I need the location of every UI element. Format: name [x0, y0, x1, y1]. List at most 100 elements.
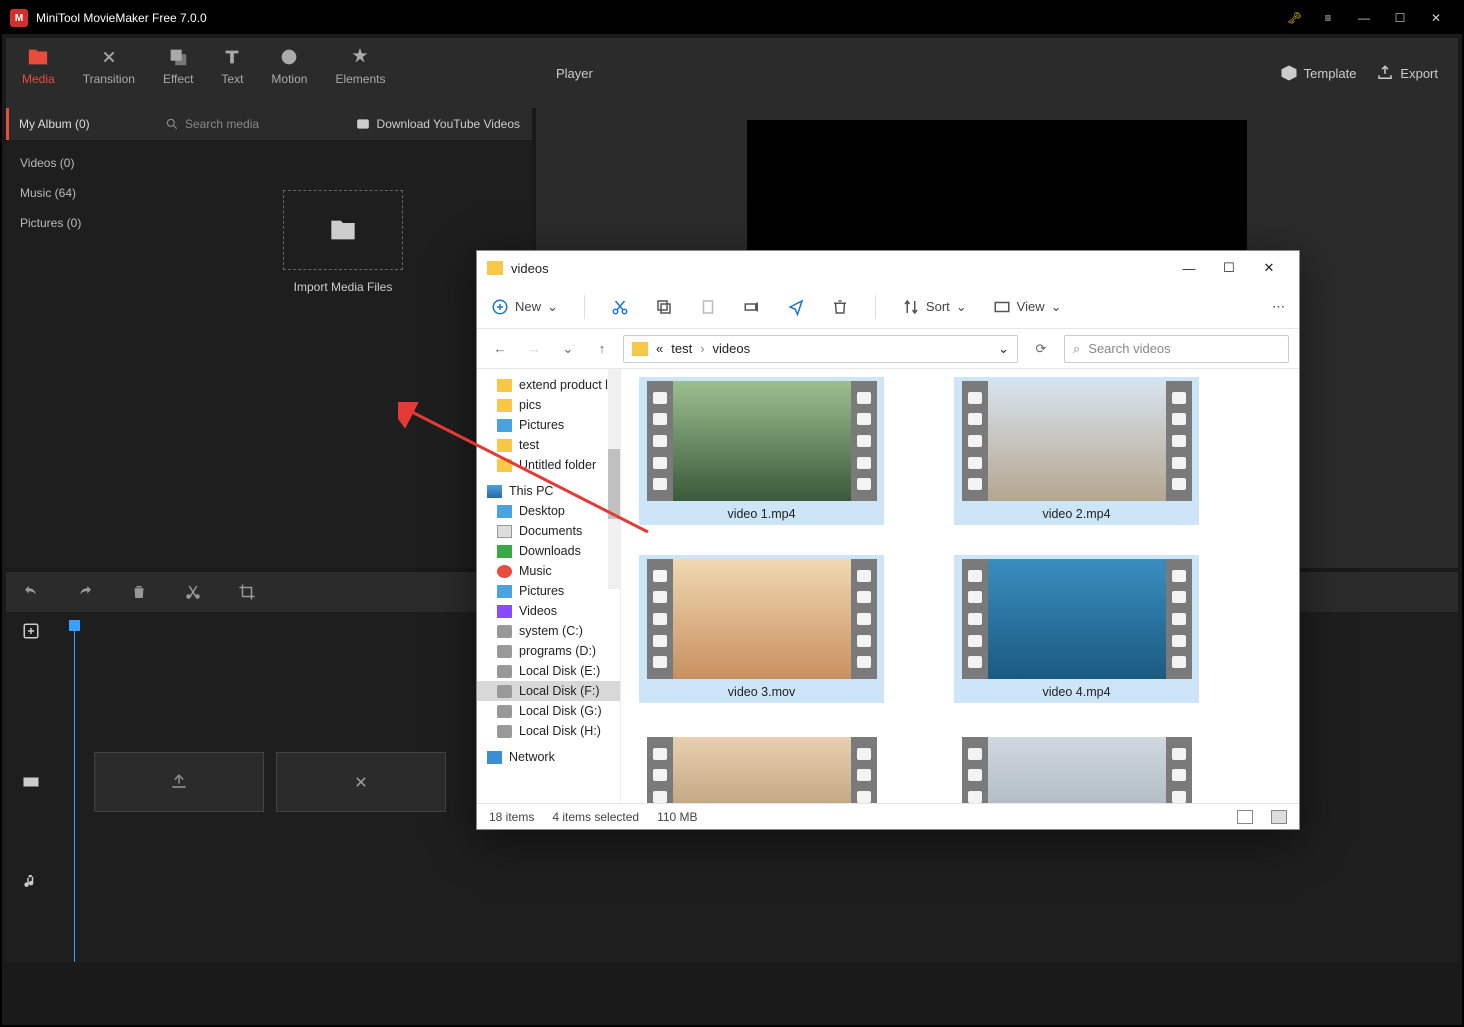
tree-pictures[interactable]: Pictures: [477, 415, 620, 435]
explorer-maximize[interactable]: ☐: [1209, 251, 1249, 285]
file-explorer: videos — ☐ ✕ New ⌄ Sort ⌄ View ⌄ ⋯: [476, 250, 1300, 830]
tree-extend[interactable]: extend product li: [477, 375, 620, 395]
audio-track[interactable]: [22, 872, 40, 890]
copy-icon[interactable]: [655, 298, 673, 316]
tree-lde[interactable]: Local Disk (E:): [477, 661, 620, 681]
view-label: View: [1017, 299, 1045, 314]
up-button[interactable]: ↑: [589, 336, 615, 362]
file-video1[interactable]: video 1.mp4: [639, 377, 884, 525]
template-button[interactable]: Template: [1280, 64, 1357, 82]
tree-untitled[interactable]: Untitled folder: [477, 455, 620, 475]
redo-icon[interactable]: [76, 583, 94, 601]
key-icon[interactable]: 🗝: [1287, 11, 1302, 25]
tree-pics[interactable]: pics: [477, 395, 620, 415]
crop-icon[interactable]: [238, 583, 256, 601]
address-bar[interactable]: « test › videos ⌄: [623, 335, 1018, 363]
tree-downloads[interactable]: Downloads: [477, 541, 620, 561]
video-track[interactable]: [22, 752, 446, 812]
cat-pictures[interactable]: Pictures (0): [6, 208, 154, 238]
dropdown-icon[interactable]: ⌄: [998, 341, 1009, 357]
add-track-button[interactable]: [22, 622, 40, 640]
cat-music[interactable]: Music (64): [6, 178, 154, 208]
tree-thispc[interactable]: This PC: [477, 481, 620, 501]
details-view-icon[interactable]: [1237, 810, 1253, 824]
search-media-input[interactable]: Search media: [157, 117, 355, 131]
tree-network[interactable]: Network: [477, 747, 620, 767]
rename-icon[interactable]: [743, 298, 761, 316]
tree-ldf[interactable]: Local Disk (F:): [477, 681, 620, 701]
explorer-close[interactable]: ✕: [1249, 251, 1289, 285]
template-label: Template: [1304, 66, 1357, 81]
paste-icon[interactable]: [699, 298, 717, 316]
refresh-button[interactable]: ⟳: [1026, 335, 1056, 363]
file-video3[interactable]: video 3.mov: [639, 555, 884, 703]
player-label: Player: [556, 66, 593, 81]
explorer-search[interactable]: ⌕ Search videos: [1064, 335, 1289, 363]
tree-test[interactable]: test: [477, 435, 620, 455]
download-label: Download YouTube Videos: [377, 117, 520, 131]
export-button[interactable]: Export: [1376, 64, 1438, 82]
search-placeholder: Search media: [185, 117, 259, 131]
tree-videos[interactable]: Videos: [477, 601, 620, 621]
cut-icon[interactable]: [611, 298, 629, 316]
thumbs-view-icon[interactable]: [1271, 810, 1287, 824]
tree-documents[interactable]: Documents: [477, 521, 620, 541]
explorer-tree[interactable]: extend product li pics Pictures test Unt…: [477, 369, 621, 803]
explorer-minimize[interactable]: —: [1169, 251, 1209, 285]
sort-button[interactable]: Sort ⌄: [902, 298, 967, 316]
forward-button[interactable]: →: [521, 336, 547, 362]
titlebar: M MiniTool MovieMaker Free 7.0.0 🗝 ≡ — ☐…: [2, 2, 1462, 34]
file-video5[interactable]: [639, 733, 884, 803]
status-items: 18 items: [489, 810, 534, 824]
trash-icon[interactable]: [831, 298, 849, 316]
tree-programs[interactable]: programs (D:): [477, 641, 620, 661]
more-button[interactable]: ⋯: [1272, 299, 1285, 315]
crumb-test[interactable]: test: [671, 341, 692, 356]
tab-media[interactable]: Media: [22, 46, 55, 100]
tree-system[interactable]: system (C:): [477, 621, 620, 641]
maximize-button[interactable]: ☐: [1382, 2, 1418, 34]
top-toolbar: Media Transition Effect Text Motion Elem…: [6, 38, 1458, 108]
minimize-button[interactable]: —: [1346, 2, 1382, 34]
tree-ldh[interactable]: Local Disk (H:): [477, 721, 620, 741]
my-album[interactable]: My Album (0): [9, 117, 157, 131]
file-grid[interactable]: video 1.mp4 video 2.mp4 video 3.mov vide…: [621, 369, 1299, 803]
clip-placeholder-1[interactable]: [94, 752, 264, 812]
cut-icon[interactable]: [184, 583, 202, 601]
recent-dropdown[interactable]: ⌄: [555, 336, 581, 362]
tree-ldg[interactable]: Local Disk (G:): [477, 701, 620, 721]
app-title: MiniTool MovieMaker Free 7.0.0: [36, 11, 1287, 25]
tab-motion[interactable]: Motion: [271, 46, 307, 100]
tree-desktop[interactable]: Desktop: [477, 501, 620, 521]
menu-icon[interactable]: ≡: [1310, 2, 1346, 34]
crumb-root[interactable]: «: [656, 341, 663, 356]
tab-effect[interactable]: Effect: [163, 46, 193, 100]
tab-elements[interactable]: Elements: [335, 46, 385, 100]
tree-music[interactable]: Music: [477, 561, 620, 581]
tab-transition[interactable]: Transition: [83, 46, 135, 100]
back-button[interactable]: ←: [487, 336, 513, 362]
clip-placeholder-2[interactable]: [276, 752, 446, 812]
tree-pictures2[interactable]: Pictures: [477, 581, 620, 601]
tab-text[interactable]: Text: [221, 46, 243, 100]
status-size: 110 MB: [657, 810, 697, 824]
crumb-videos[interactable]: videos: [713, 341, 751, 356]
tree-scrollbar[interactable]: [608, 369, 620, 589]
explorer-titlebar: videos — ☐ ✕: [477, 251, 1299, 285]
new-button[interactable]: New ⌄: [491, 298, 558, 316]
file-video6[interactable]: [954, 733, 1199, 803]
file-video4[interactable]: video 4.mp4: [954, 555, 1199, 703]
file-video2[interactable]: video 2.mp4: [954, 377, 1199, 525]
folder-icon: [632, 342, 648, 356]
close-button[interactable]: ✕: [1418, 2, 1454, 34]
explorer-status: 18 items 4 items selected 110 MB: [477, 803, 1299, 829]
undo-icon[interactable]: [22, 583, 40, 601]
view-button[interactable]: View ⌄: [993, 298, 1062, 316]
import-media-dropzone[interactable]: [283, 190, 403, 270]
cat-videos[interactable]: Videos (0): [6, 148, 154, 178]
import-label: Import Media Files: [294, 280, 393, 294]
download-youtube-button[interactable]: Download YouTube Videos: [355, 117, 532, 131]
chevron-down-icon: ⌄: [547, 299, 558, 315]
share-icon[interactable]: [787, 298, 805, 316]
delete-icon[interactable]: [130, 583, 148, 601]
